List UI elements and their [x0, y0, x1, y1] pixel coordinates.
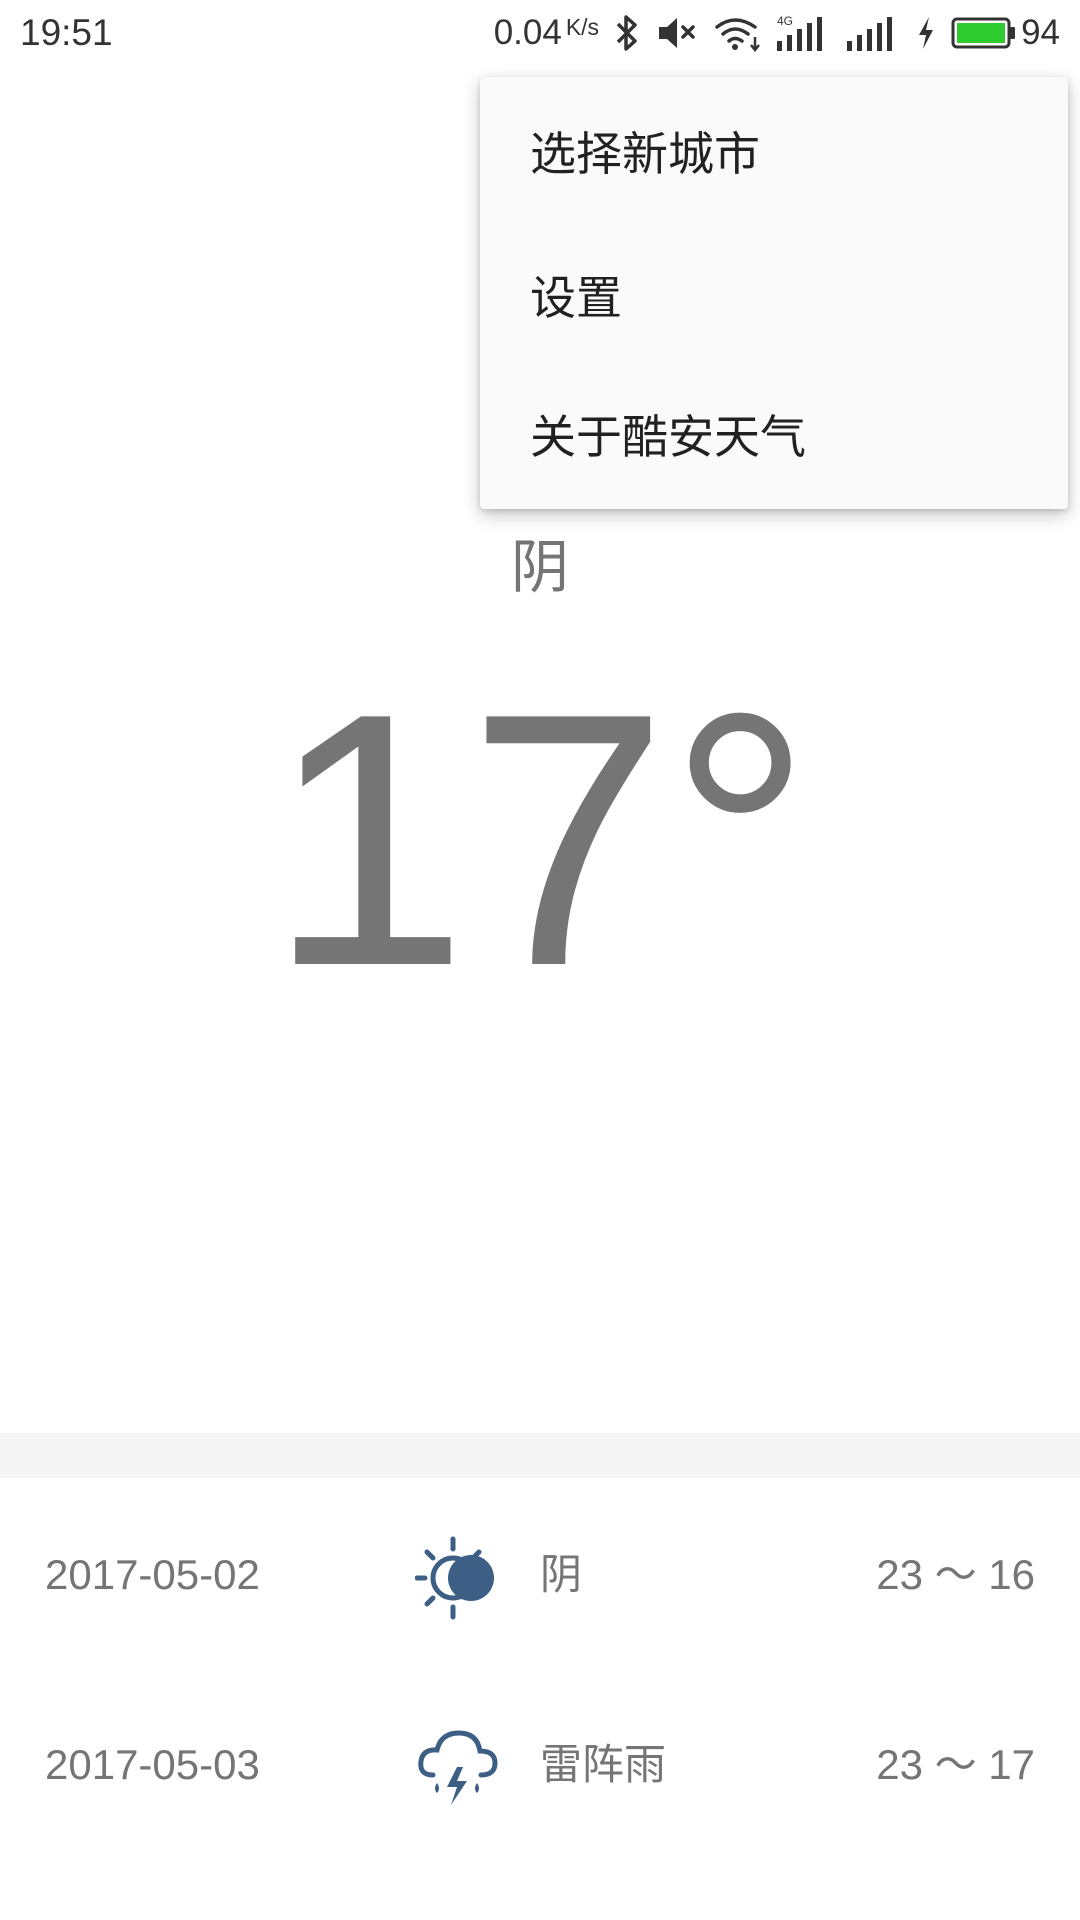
cloudy-sun-icon [414, 1535, 501, 1621]
menu-item-settings[interactable]: 设置 [480, 226, 1068, 370]
status-indicators: 0.04 K/s 4G 94 [494, 10, 1060, 56]
forecast-condition: 雷阵雨 [540, 1740, 667, 1789]
svg-text:4G: 4G [777, 14, 793, 28]
network-speed: 0.04 K/s [494, 13, 599, 53]
network-speed-value: 0.04 [493, 13, 562, 52]
battery: 94 [951, 13, 1060, 53]
bluetooth-icon [613, 13, 641, 53]
battery-level: 94 [1021, 13, 1060, 52]
forecast-condition: 阴 [540, 1550, 583, 1599]
current-temperature: 17° [267, 639, 813, 1041]
network-speed-unit: K/s [565, 14, 600, 40]
battery-icon [951, 13, 1017, 53]
4g-signal-icon: 4G [775, 13, 831, 53]
overflow-menu: 选择新城市 设置 关于酷安天气 [480, 77, 1068, 509]
forecast-row: 2017-05-02 阴 23 ～ 16 [0, 1480, 1080, 1670]
charging-icon [915, 13, 937, 53]
status-bar: 19:51 0.04 K/s 4G 94 [0, 0, 1080, 66]
mute-icon [655, 13, 699, 53]
forecast-date: 2017-05-03 [45, 1741, 260, 1788]
current-condition: 阴 [510, 533, 569, 601]
forecast-date: 2017-05-02 [45, 1551, 260, 1598]
forecast-temperature-range: 23 ～ 16 [876, 1551, 1035, 1598]
wifi-icon [713, 13, 761, 53]
menu-item-select-city[interactable]: 选择新城市 [480, 82, 1068, 226]
forecast-row: 2017-05-03 雷阵雨 23 ～ 17 [0, 1670, 1080, 1860]
signal-icon [845, 13, 901, 53]
menu-item-about[interactable]: 关于酷安天气 [480, 365, 1068, 509]
forecast-divider [0, 1433, 1080, 1478]
thunderstorm-icon [415, 1725, 501, 1811]
status-time: 19:51 [20, 12, 113, 53]
forecast-temperature-range: 23 ～ 17 [876, 1741, 1035, 1788]
